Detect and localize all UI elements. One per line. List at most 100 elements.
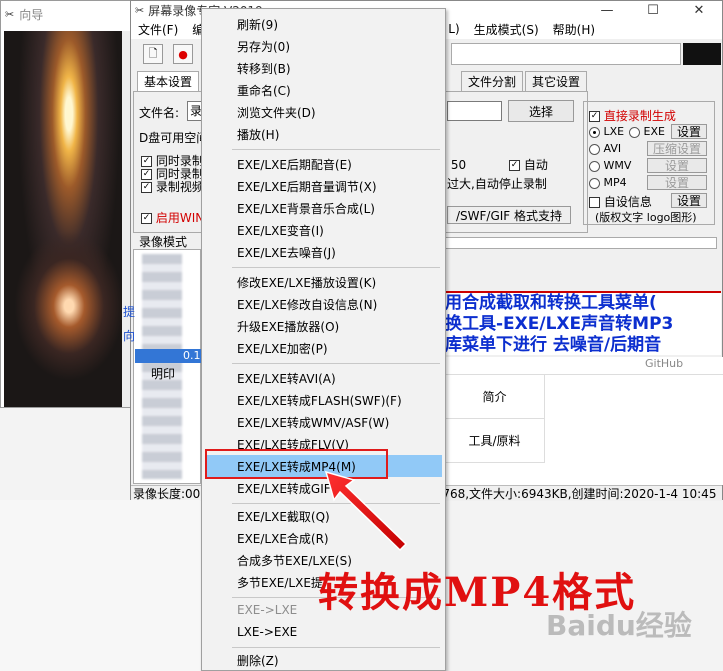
banner-line-1: 用合成截取和转换工具菜单( bbox=[445, 293, 657, 313]
browse-button[interactable]: 选择 bbox=[508, 100, 574, 122]
menu-separator bbox=[232, 363, 440, 364]
file-item-2[interactable]: 明印 bbox=[151, 365, 175, 382]
close-icon[interactable]: ✕ bbox=[676, 1, 722, 19]
menu-item-save-as[interactable]: 另存为(0) bbox=[205, 35, 442, 57]
wizard-title: 向导 bbox=[19, 7, 44, 22]
format-wmv-radio[interactable]: WMV bbox=[589, 159, 631, 172]
wizard-titlebar: ✂ 向导 bbox=[1, 1, 139, 27]
toolbar-link-strip bbox=[451, 43, 681, 65]
menu-l[interactable]: L) bbox=[448, 22, 459, 36]
link-tip[interactable]: 提 bbox=[123, 303, 135, 320]
file-name-input-tail[interactable] bbox=[447, 101, 502, 121]
disk-space-label: D盘可用空间 bbox=[139, 131, 209, 145]
menu-item-edit-info[interactable]: EXE/LXE修改自设信息(N) bbox=[205, 293, 442, 315]
menu-item-upgrade-player[interactable]: 升级EXE播放器(O) bbox=[205, 315, 442, 337]
menu-item-denoise[interactable]: EXE/LXE去噪音(J) bbox=[205, 241, 442, 263]
tab-other-settings[interactable]: 其它设置 bbox=[525, 71, 588, 91]
banner-line-2: 换工具-EXE/LXE声音转MP3 bbox=[445, 314, 674, 334]
fps-label: : 50 bbox=[443, 158, 467, 172]
link-wizard[interactable]: 向 bbox=[123, 327, 135, 344]
page-background bbox=[0, 500, 200, 671]
avi-compress-button[interactable]: 压缩设置 bbox=[647, 141, 707, 156]
menu-generate-mode[interactable]: 生成模式(S) bbox=[474, 21, 539, 38]
record-icon[interactable]: ● bbox=[173, 44, 193, 64]
status-right: 768,文件大小:6943KB,创建时间:2020-1-4 10:45 bbox=[442, 487, 717, 501]
tools-section[interactable]: 工具/原料 bbox=[445, 419, 545, 463]
self-info-label: 自设信息 bbox=[603, 195, 652, 209]
app-logo-icon: ✂ bbox=[5, 7, 15, 21]
direct-generate-label: 直接录制生成 bbox=[603, 109, 676, 123]
menu-item-bg-music[interactable]: EXE/LXE背景音乐合成(L) bbox=[205, 197, 442, 219]
menu-item-volume-adjust[interactable]: EXE/LXE后期音量调节(X) bbox=[205, 175, 442, 197]
tab-file-split[interactable]: 文件分割 bbox=[461, 71, 524, 91]
toolbar-logo bbox=[683, 43, 721, 65]
auto-stop-label: 过大,自动停止录制 bbox=[447, 177, 547, 191]
format-avi-radio[interactable]: AVI bbox=[589, 142, 621, 155]
menu-item-lxe-to-exe[interactable]: LXE->EXE bbox=[205, 621, 442, 643]
format-support-button[interactable]: /SWF/GIF 格式支持 bbox=[447, 206, 571, 224]
enable-win-label: 启用WIN bbox=[155, 211, 205, 225]
progress-field bbox=[445, 237, 717, 249]
intro-label: 简介 bbox=[482, 390, 507, 404]
menu-item-play-settings[interactable]: 修改EXE/LXE播放设置(K) bbox=[205, 271, 442, 293]
format-exe-label: EXE bbox=[643, 125, 665, 138]
format-lxe-radio[interactable]: LXE bbox=[589, 125, 624, 138]
menu-item-voice-change[interactable]: EXE/LXE变音(I) bbox=[205, 219, 442, 241]
format-exe-radio[interactable]: EXE bbox=[629, 125, 665, 138]
wizard-window: ✂ 向导 bbox=[0, 0, 140, 408]
menu-separator bbox=[232, 647, 440, 648]
wmv-settings-button[interactable]: 设置 bbox=[647, 158, 707, 173]
menu-item-browse-folder[interactable]: 浏览文件夹(D) bbox=[205, 101, 442, 123]
file-name-value: 录 bbox=[190, 104, 203, 118]
enable-win-checkbox[interactable]: ✓ 启用WIN bbox=[141, 209, 204, 226]
help-banner: 用合成截取和转换工具菜单( 换工具-EXE/LXE声音转MP3 库菜单下进行 去… bbox=[445, 291, 721, 355]
menu-separator bbox=[232, 267, 440, 268]
tab-bar: 基本设置 bbox=[137, 71, 201, 91]
red-arrow-icon bbox=[324, 470, 408, 552]
menu-item-rename[interactable]: 重命名(C) bbox=[205, 79, 442, 101]
menu-item-encrypt[interactable]: EXE/LXE加密(P) bbox=[205, 337, 442, 359]
article-outline: 简介 工具/原料 bbox=[445, 375, 723, 485]
window-controls: — ☐ ✕ bbox=[584, 1, 722, 19]
record-mode-label: 录像模式 bbox=[139, 235, 188, 249]
tab-basic-settings[interactable]: 基本设置 bbox=[137, 71, 200, 91]
format-wmv-label: WMV bbox=[603, 159, 632, 172]
app-logo-icon: ✂ bbox=[135, 3, 145, 17]
menu-item-refresh[interactable]: 刷新(9) bbox=[205, 13, 442, 35]
browser-strip: GitHub bbox=[445, 357, 723, 375]
banner-line-3: 库菜单下进行 去噪音/后期音 bbox=[445, 335, 662, 355]
auto-checkbox[interactable]: ✓ 自动 bbox=[509, 156, 548, 173]
menu-file[interactable]: 文件(F) bbox=[138, 21, 178, 38]
format-mp4-radio[interactable]: MP4 bbox=[589, 176, 627, 189]
minimize-icon[interactable]: — bbox=[584, 1, 630, 19]
new-file-icon[interactable]: 🗋 bbox=[143, 44, 163, 64]
copyright-note: (版权文字 logo图形) bbox=[595, 211, 697, 224]
record-video-checkbox[interactable]: ✓ 录制视频 bbox=[141, 178, 204, 195]
direct-generate-checkbox[interactable]: ✓ 直接录制生成 bbox=[589, 107, 676, 124]
menu-help[interactable]: 帮助(H) bbox=[553, 21, 595, 38]
menu-item-dubbing[interactable]: EXE/LXE后期配音(E) bbox=[205, 153, 442, 175]
baidu-watermark: Baidu经验 bbox=[546, 609, 692, 642]
menu-item-to-flash[interactable]: EXE/LXE转成FLASH(SWF)(F) bbox=[205, 389, 442, 411]
maximize-icon[interactable]: ☐ bbox=[630, 1, 676, 19]
github-link[interactable]: GitHub bbox=[645, 357, 683, 370]
format-mp4-label: MP4 bbox=[603, 176, 627, 189]
tools-label: 工具/原料 bbox=[468, 434, 521, 448]
menu-item-to-wmv[interactable]: EXE/LXE转成WMV/ASF(W) bbox=[205, 411, 442, 433]
file-name-label: 文件名: bbox=[139, 106, 180, 120]
menu-item-play[interactable]: 播放(H) bbox=[205, 123, 442, 145]
format-avi-label: AVI bbox=[603, 142, 622, 155]
intro-section[interactable]: 简介 bbox=[445, 375, 545, 419]
self-info-checkbox[interactable]: 自设信息 bbox=[589, 193, 652, 210]
menu-item-delete[interactable]: 删除(Z) bbox=[205, 649, 442, 671]
galaxy-image bbox=[4, 31, 122, 407]
selected-file-label: 0.1 bbox=[183, 349, 201, 362]
mp4-settings-button[interactable]: 设置 bbox=[647, 175, 707, 190]
menu-separator bbox=[232, 149, 440, 150]
menu-item-move-to[interactable]: 转移到(B) bbox=[205, 57, 442, 79]
menu-item-to-avi[interactable]: EXE/LXE转AVI(A) bbox=[205, 367, 442, 389]
self-info-settings-button[interactable]: 设置 bbox=[671, 193, 707, 208]
exe-settings-button[interactable]: 设置 bbox=[671, 124, 707, 139]
selected-file-item[interactable]: 0.1 bbox=[135, 349, 201, 363]
record-video-label: 录制视频 bbox=[155, 180, 204, 194]
